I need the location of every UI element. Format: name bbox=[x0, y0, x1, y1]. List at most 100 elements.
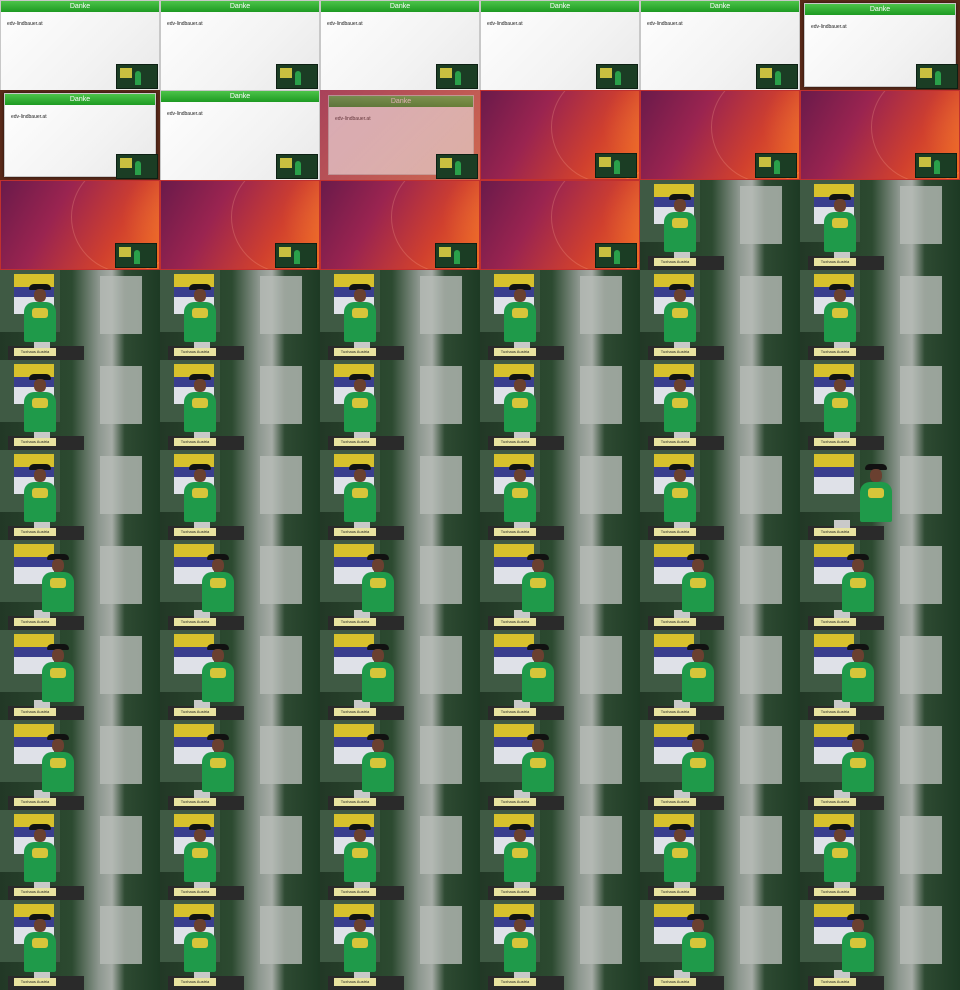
speaker bbox=[822, 824, 858, 894]
projection-screen bbox=[260, 276, 302, 334]
lecture-camera-frame: Tuxhaus Austria bbox=[480, 900, 640, 990]
shirt-print bbox=[690, 758, 706, 768]
dialog-title: Danke bbox=[641, 1, 799, 12]
speaker-head bbox=[372, 559, 384, 572]
speaker bbox=[680, 554, 716, 624]
projection-screen bbox=[900, 186, 942, 244]
speaker-pip-thumbnail bbox=[595, 243, 637, 268]
shirt-print bbox=[32, 308, 48, 318]
lecture-camera-frame: Tuxhaus Austria bbox=[800, 180, 960, 270]
speaker bbox=[40, 554, 76, 624]
projection-screen bbox=[900, 636, 942, 694]
speaker-head bbox=[852, 739, 864, 752]
dialog-title: Danke bbox=[161, 1, 319, 12]
dialog-title: Danke bbox=[161, 91, 319, 102]
danke-slide-frame: Danke edv-lindbauer.at bbox=[160, 90, 320, 180]
shirt-print bbox=[832, 308, 848, 318]
projection-screen bbox=[900, 816, 942, 874]
desktop-wallpaper-frame bbox=[0, 180, 160, 270]
speaker bbox=[40, 734, 76, 804]
shirt-print bbox=[530, 758, 546, 768]
shirt-print bbox=[370, 578, 386, 588]
lecture-camera-frame: Tuxhaus Austria bbox=[320, 270, 480, 360]
lecture-camera-frame: Tuxhaus Austria bbox=[480, 630, 640, 720]
speaker-head bbox=[692, 559, 704, 572]
projection-screen bbox=[580, 816, 622, 874]
speaker-head bbox=[674, 379, 686, 392]
projection-screen bbox=[420, 276, 462, 334]
projection-screen bbox=[100, 276, 142, 334]
lecture-camera-frame: Tuxhaus Austria bbox=[0, 630, 160, 720]
projection-screen bbox=[100, 456, 142, 514]
shirt-print bbox=[50, 668, 66, 678]
projection-screen bbox=[260, 906, 302, 964]
lecture-camera-frame: Tuxhaus Austria bbox=[0, 360, 160, 450]
speaker-head bbox=[514, 919, 526, 932]
projection-screen bbox=[740, 726, 782, 784]
lecture-camera-frame: Tuxhaus Austria bbox=[640, 270, 800, 360]
shirt-print bbox=[512, 938, 528, 948]
poster-band bbox=[814, 467, 854, 477]
shirt-print bbox=[370, 758, 386, 768]
lecture-camera-frame: Tuxhaus Austria bbox=[640, 360, 800, 450]
projection-screen bbox=[420, 816, 462, 874]
speaker bbox=[182, 284, 218, 354]
shirt-print bbox=[32, 398, 48, 408]
speaker-pip-thumbnail bbox=[276, 154, 318, 179]
speaker-head bbox=[52, 649, 64, 662]
speaker bbox=[520, 734, 556, 804]
shirt-print bbox=[690, 668, 706, 678]
projection-screen bbox=[420, 546, 462, 604]
lecture-camera-frame: Tuxhaus Austria bbox=[640, 810, 800, 900]
speaker-head bbox=[212, 649, 224, 662]
speaker bbox=[840, 644, 876, 714]
speaker bbox=[182, 824, 218, 894]
lecture-camera-frame: Tuxhaus Austria bbox=[640, 900, 800, 990]
lecture-camera-frame: Tuxhaus Austria bbox=[320, 360, 480, 450]
shirt-print bbox=[530, 668, 546, 678]
speaker bbox=[200, 734, 236, 804]
speaker-head bbox=[52, 739, 64, 752]
speaker-head bbox=[194, 829, 206, 842]
projection-screen bbox=[580, 636, 622, 694]
speaker bbox=[662, 374, 698, 444]
projection-screen bbox=[900, 456, 942, 514]
speaker-pip-thumbnail bbox=[596, 64, 638, 89]
projection-screen bbox=[580, 366, 622, 424]
desktop-wallpaper-frame bbox=[480, 90, 640, 180]
speaker-head bbox=[674, 289, 686, 302]
shirt-print bbox=[850, 758, 866, 768]
speaker-head bbox=[834, 199, 846, 212]
lecture-camera-frame: Tuxhaus Austria bbox=[0, 540, 160, 630]
projection-screen bbox=[260, 816, 302, 874]
speaker bbox=[342, 914, 378, 984]
poster-header bbox=[814, 454, 854, 467]
speaker-head bbox=[514, 289, 526, 302]
speaker-head bbox=[34, 379, 46, 392]
projection-screen bbox=[420, 456, 462, 514]
projection-screen bbox=[740, 186, 782, 244]
speaker bbox=[40, 644, 76, 714]
shirt-print bbox=[32, 848, 48, 858]
speaker-head bbox=[514, 379, 526, 392]
lecture-camera-frame: Tuxhaus Austria bbox=[160, 810, 320, 900]
shirt-print bbox=[850, 668, 866, 678]
shirt-print bbox=[690, 578, 706, 588]
speaker bbox=[662, 464, 698, 534]
speaker bbox=[182, 464, 218, 534]
shirt-print bbox=[352, 488, 368, 498]
shirt-print bbox=[50, 578, 66, 588]
lecture-camera-frame: Tuxhaus Austria bbox=[0, 270, 160, 360]
shirt-print bbox=[370, 668, 386, 678]
lecture-camera-frame: Tuxhaus Austria bbox=[640, 540, 800, 630]
speaker-head bbox=[692, 739, 704, 752]
projection-screen bbox=[900, 906, 942, 964]
speaker-pip-thumbnail bbox=[435, 243, 477, 268]
speaker-pip-thumbnail bbox=[436, 154, 478, 179]
lecture-camera-frame: Tuxhaus Austria bbox=[800, 630, 960, 720]
shirt-print bbox=[832, 218, 848, 228]
projection-screen bbox=[420, 636, 462, 694]
lecture-camera-frame: Tuxhaus Austria bbox=[320, 720, 480, 810]
shirt-print bbox=[672, 308, 688, 318]
projection-screen bbox=[900, 366, 942, 424]
